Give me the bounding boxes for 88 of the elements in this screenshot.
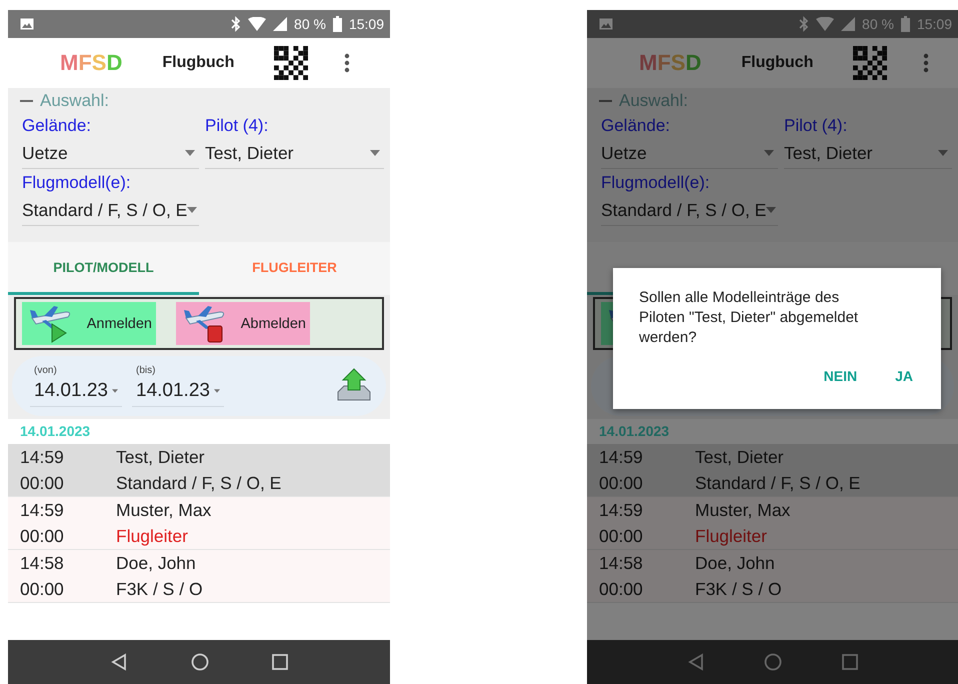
home-icon[interactable] xyxy=(190,653,209,671)
field-label: Pilot (4): xyxy=(784,115,848,137)
app-logo: MFSD xyxy=(60,50,122,76)
entry-time: 14:59 xyxy=(20,446,65,468)
log-entry[interactable]: 14:58 Doe, John 00:00 F3K / S / O xyxy=(587,550,958,603)
dropdown[interactable]: Test, Dieter xyxy=(784,138,952,169)
date-dropdown[interactable]: 14.01.23 xyxy=(132,376,224,407)
caret-icon xyxy=(766,207,776,213)
qr-code-icon[interactable] xyxy=(274,46,308,80)
dropdown[interactable]: Uetze xyxy=(22,138,199,169)
entry-time: 14:58 xyxy=(599,552,644,574)
dialog-message: Sollen alle Modelleinträge des Piloten "Test, Dieter" abgemeldet werden? xyxy=(639,288,860,348)
entry-model: Standard / F, S / O, E xyxy=(116,472,282,494)
field-label: Flugmodell(e): xyxy=(601,172,711,194)
wifi-icon xyxy=(248,17,266,31)
caret-icon xyxy=(112,388,118,394)
bluetooth-icon xyxy=(231,16,242,32)
log-entry[interactable]: 14:59 Test, Dieter 00:00 Standard / F, S / O, E xyxy=(587,444,958,497)
image-icon xyxy=(20,18,34,30)
caret-icon xyxy=(764,150,774,156)
bluetooth-icon xyxy=(799,16,810,32)
entry-duration: 00:00 xyxy=(20,578,65,600)
battery-percentage: 80 % xyxy=(862,16,894,32)
entry-model: Standard / F, S / O, E xyxy=(695,472,860,494)
status-time: 15:09 xyxy=(916,16,952,32)
date-label: (von) xyxy=(34,365,58,376)
entry-duration: 00:00 xyxy=(599,472,644,494)
entry-pilot: Muster, Max xyxy=(695,500,790,520)
log-entry[interactable]: 14:58 Doe, John 00:00 F3K / S / O xyxy=(8,550,390,603)
log-entry[interactable]: 14:59 Muster, Max 00:00 Flugleiter xyxy=(587,497,958,550)
more-menu-icon[interactable] xyxy=(344,53,350,73)
app-title: Flugbuch xyxy=(162,54,234,72)
dropdown[interactable]: Uetze xyxy=(601,138,778,169)
caret-icon xyxy=(214,388,220,394)
app-title: Flugbuch xyxy=(741,54,814,72)
entry-time: 14:59 xyxy=(20,500,65,520)
recents-icon[interactable] xyxy=(842,654,858,670)
sign-out-button[interactable]: Abmelden xyxy=(176,302,310,345)
battery-percentage: 80 % xyxy=(294,16,326,32)
log-entry[interactable]: 14:59 Test, Dieter 00:00 Standard / F, S / O, E xyxy=(8,444,390,497)
sign-in-button[interactable]: Anmelden xyxy=(22,302,156,345)
entry-pilot: Test, Dieter xyxy=(116,446,204,468)
field-label: Gelände: xyxy=(22,115,92,137)
field-label: Gelände: xyxy=(601,115,671,137)
log-date: 14.01.2023 xyxy=(598,422,670,441)
date-dropdown[interactable]: 14.01.23 xyxy=(30,376,122,407)
entry-duration: 00:00 xyxy=(20,472,65,494)
entry-pilot: Test, Dieter xyxy=(695,446,784,468)
log-date: 14.01.2023 xyxy=(19,422,92,441)
more-menu-icon[interactable] xyxy=(923,53,930,73)
caret-icon xyxy=(185,150,195,156)
dropdown[interactable]: Test, Dieter xyxy=(205,138,384,169)
dropdown[interactable]: Standard / F, S / O, E xyxy=(22,195,199,226)
recents-icon[interactable] xyxy=(272,654,288,670)
caret-icon xyxy=(370,150,380,156)
section-heading: Auswahl: xyxy=(40,91,109,111)
entry-role: Flugleiter xyxy=(116,526,188,546)
entry-pilot: Doe, John xyxy=(116,552,196,574)
entry-duration: 00:00 xyxy=(599,578,644,600)
image-icon xyxy=(599,18,613,30)
entry-model: F3K / S / O xyxy=(116,578,203,600)
caret-icon xyxy=(938,150,948,156)
entry-time: 14:58 xyxy=(20,552,65,574)
home-icon[interactable] xyxy=(764,653,782,671)
caret-icon xyxy=(187,207,198,213)
entry-role: Flugleiter xyxy=(695,526,767,546)
entry-duration: 00:00 xyxy=(20,526,65,546)
battery-icon xyxy=(332,16,342,32)
back-icon[interactable] xyxy=(110,653,128,671)
field-label: Flugmodell(e): xyxy=(22,172,132,194)
date-label: (bis) xyxy=(136,365,156,376)
signal-icon xyxy=(841,17,856,31)
entry-pilot: Muster, Max xyxy=(116,500,212,520)
section-heading: Auswahl: xyxy=(619,91,688,111)
entry-duration: 00:00 xyxy=(599,526,644,546)
entry-time: 14:59 xyxy=(599,446,644,468)
signal-icon xyxy=(273,17,288,31)
back-icon[interactable] xyxy=(686,653,705,671)
battery-icon xyxy=(900,16,910,32)
log-entry[interactable]: 14:59 Muster, Max 00:00 Flugleiter xyxy=(8,497,390,550)
status-time: 15:09 xyxy=(348,16,384,32)
field-label: Pilot (4): xyxy=(205,115,270,137)
entry-model: F3K / S / O xyxy=(695,578,782,600)
app-logo: MFSD xyxy=(639,50,702,76)
entry-time: 14:59 xyxy=(599,500,644,520)
dropdown[interactable]: Standard / F, S / O, E xyxy=(601,195,778,226)
entry-pilot: Doe, John xyxy=(695,552,775,574)
wifi-icon xyxy=(816,17,834,31)
